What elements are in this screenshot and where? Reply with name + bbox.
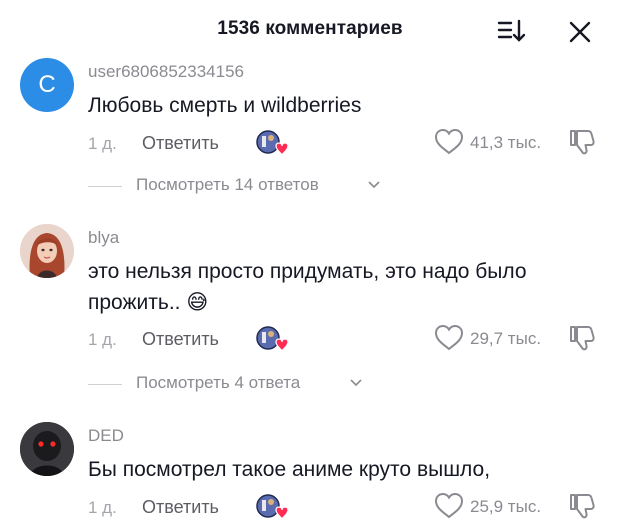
comment-actions: 1 д. Ответить 29,7 тыс. (0, 324, 620, 358)
comment-item: DED Бы посмотрел такое аниме круто вышло… (0, 422, 620, 526)
sort-icon (497, 19, 526, 42)
dislike-icon[interactable] (568, 492, 596, 520)
view-replies-label: Посмотреть 4 ответа (136, 373, 301, 392)
comment-text: Любовь смерть и wildberries (88, 94, 362, 117)
view-replies-label: Посмотреть 14 ответов (136, 175, 319, 194)
view-replies-button[interactable]: Посмотреть 4 ответа (0, 372, 620, 396)
reaction-badge-icon[interactable] (256, 492, 288, 522)
reply-button[interactable]: Ответить (142, 133, 219, 154)
like-count: 41,3 тыс. (470, 133, 542, 152)
chevron-down-icon (368, 181, 380, 189)
comment-item: blya это нельзя просто придумать, это на… (0, 224, 620, 404)
comment-time: 1 д. (88, 134, 117, 153)
comment-username[interactable]: user6806852334156 (88, 62, 244, 82)
reply-button[interactable]: Ответить (142, 329, 219, 350)
avatar-letter: C (38, 71, 56, 98)
divider (88, 384, 122, 385)
comment-text: Бы посмотрел такое аниме круто вышло, (88, 458, 491, 481)
comment-time: 1 д. (88, 330, 117, 349)
sort-button[interactable] (496, 18, 526, 44)
reply-button[interactable]: Ответить (142, 497, 219, 518)
comment-item: C user6806852334156 Любовь смерть и wild… (0, 58, 620, 208)
reaction-badge-icon[interactable] (256, 324, 288, 354)
divider (88, 186, 122, 187)
heart-icon[interactable] (434, 128, 464, 156)
close-icon (569, 21, 591, 43)
comment-actions: 1 д. Ответить 41,3 тыс. (0, 128, 620, 162)
comment-actions: 1 д. Ответить 25,9 тыс. (0, 492, 620, 526)
avatar[interactable] (20, 422, 74, 476)
avatar-image (20, 224, 74, 278)
avatar[interactable]: C (20, 58, 74, 112)
like-count: 25,9 тыс. (470, 497, 542, 516)
view-replies-button[interactable]: Посмотреть 14 ответов (0, 174, 620, 198)
close-button[interactable] (566, 18, 594, 46)
avatar-image (20, 422, 74, 476)
chevron-down-icon (350, 379, 362, 387)
comments-header: 1536 комментариев (0, 0, 620, 60)
comments-count-title: 1536 комментариев (217, 18, 403, 39)
comment-username[interactable]: DED (88, 426, 124, 446)
heart-icon[interactable] (434, 492, 464, 520)
heart-icon[interactable] (434, 324, 464, 352)
dislike-icon[interactable] (568, 128, 596, 156)
comment-time: 1 д. (88, 498, 117, 517)
dislike-icon[interactable] (568, 324, 596, 352)
like-count: 29,7 тыс. (470, 329, 542, 348)
comment-text: это нельзя просто придумать, это надо бы… (88, 260, 527, 314)
comment-username[interactable]: blya (88, 228, 119, 248)
avatar[interactable] (20, 224, 74, 278)
reaction-badge-icon[interactable] (256, 128, 288, 158)
